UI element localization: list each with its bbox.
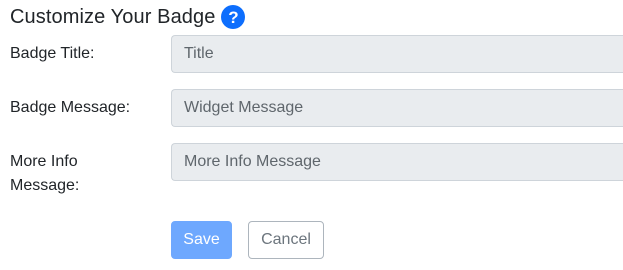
help-icon[interactable]: ? xyxy=(221,5,246,29)
cancel-button[interactable]: Cancel xyxy=(248,221,324,259)
badge-message-placeholder: Widget Message xyxy=(184,99,304,116)
badge-title-label: Badge Title: xyxy=(10,45,95,62)
more-info-label-line1: More Info xyxy=(10,153,78,170)
more-info-label-line2: Message: xyxy=(10,177,80,194)
header: Customize Your Badge ? xyxy=(10,3,246,31)
badge-message-input[interactable]: Widget Message xyxy=(171,89,623,127)
page-title: Customize Your Badge xyxy=(10,5,216,28)
badge-message-label: Badge Message: xyxy=(10,99,131,116)
badge-settings-panel: Customize Your Badge ? Badge Title: Titl… xyxy=(0,0,623,270)
more-info-message-input[interactable]: More Info Message xyxy=(171,143,623,181)
save-button[interactable]: Save xyxy=(171,221,232,259)
badge-title-input[interactable]: Title xyxy=(171,35,623,73)
more-info-message-placeholder: More Info Message xyxy=(184,153,321,170)
badge-title-placeholder: Title xyxy=(184,45,214,62)
